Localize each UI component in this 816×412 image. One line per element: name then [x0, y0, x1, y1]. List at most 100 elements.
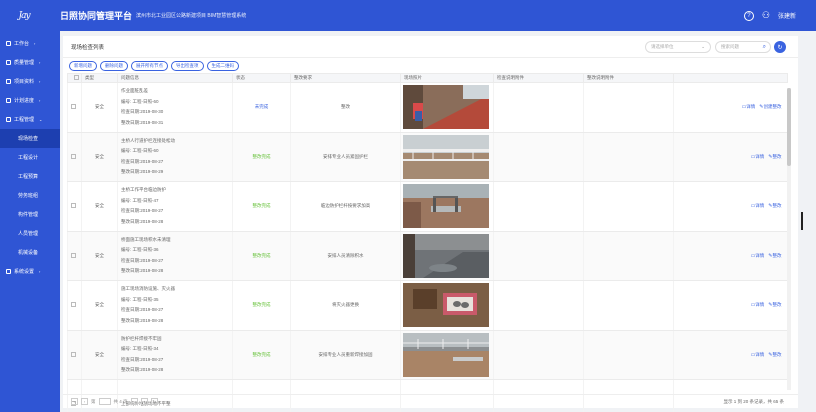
- type-cell: 安全: [81, 330, 118, 380]
- site-photo[interactable]: [402, 134, 494, 179]
- toolbar-button[interactable]: 展开所有节点: [131, 61, 168, 71]
- detail-link[interactable]: ▭详情: [751, 352, 765, 358]
- row-select-cell[interactable]: [67, 181, 82, 232]
- sidebar-item[interactable]: 计划进度 ›: [0, 91, 60, 110]
- table-row[interactable]: 安全 作业面脏乱差 编号: 工程-日照-60 检查日期:2019-08-30 整改日期:…: [67, 82, 788, 133]
- action-link[interactable]: ✎整改: [768, 302, 781, 308]
- sidebar-item[interactable]: 工程设计: [0, 148, 60, 167]
- sidebar-item[interactable]: 人员管理: [0, 224, 60, 243]
- refresh-icon[interactable]: ↻: [774, 41, 786, 53]
- row-select-cell[interactable]: [67, 231, 82, 281]
- next-page-button[interactable]: ›: [130, 398, 138, 405]
- sidebar-item[interactable]: 项目资料 ›: [0, 72, 60, 91]
- table-row[interactable]: 安全 防护栏杆焊接不牢固 编号: 工程-日照-34 检查日期:2019-08-27 整改…: [67, 330, 788, 380]
- row-select-cell[interactable]: [67, 330, 82, 380]
- last-page-button[interactable]: »: [140, 398, 148, 405]
- unit-select-placeholder: 请选择单位: [651, 44, 674, 49]
- action-link[interactable]: ✎整改: [768, 352, 781, 358]
- table-row[interactable]: 安全 主桥工作平台临边防护 编号: 工程-日照-47 检查日期:2019-08-27 整…: [67, 181, 788, 232]
- action-link[interactable]: ✎整改: [768, 154, 781, 160]
- table-row[interactable]: 安全 桥面施工现场积水未清理 编号: 工程-日照-36 检查日期:2019-08-27…: [67, 231, 788, 281]
- toolbar-button[interactable]: 删除问题: [100, 61, 128, 71]
- row-checkbox[interactable]: [71, 302, 76, 308]
- site-photo[interactable]: [402, 233, 494, 278]
- search-input[interactable]: 搜索问题 ⌕: [715, 41, 771, 53]
- requirement-cell: 安排专业人员紧固护栏: [290, 132, 401, 182]
- toolbar-button[interactable]: 生成二维码: [206, 61, 239, 71]
- site-photo[interactable]: [402, 184, 494, 229]
- column-header[interactable]: [67, 73, 82, 83]
- table-scrollbar[interactable]: [787, 88, 791, 390]
- sidebar-item[interactable]: 质量管理 ›: [0, 53, 60, 72]
- actions-cell: ▭详情 ✎整改: [673, 132, 788, 182]
- row-checkbox[interactable]: [71, 153, 76, 159]
- sidebar-item[interactable]: 机械设备: [0, 243, 60, 262]
- action-link[interactable]: ✎整改: [768, 203, 781, 209]
- sidebar-item[interactable]: 现场检查: [0, 129, 60, 148]
- fix-attachment-cell: [583, 132, 674, 182]
- sidebar-item-label: 现场检查: [18, 136, 39, 142]
- column-header: [673, 73, 788, 83]
- row-checkbox[interactable]: [71, 252, 76, 258]
- table-row[interactable]: 安全 施工现场消防设施、灭火器 编号: 工程-日照-35 检查日期:2019-08-2…: [67, 280, 788, 331]
- table-row[interactable]: 安全 主桥人行道护栏连接处松动 编号: 工程-日照-60 检查日期:2019-08-2…: [67, 132, 788, 182]
- scrollbar-thumb[interactable]: [787, 88, 791, 166]
- pager-refresh-icon[interactable]: ↻: [150, 398, 158, 405]
- user-name[interactable]: 张建新: [778, 11, 796, 20]
- toolbar-button[interactable]: 新增问题: [69, 61, 97, 71]
- detail-link[interactable]: ▭详情: [751, 203, 765, 209]
- menu-icon: [6, 79, 11, 84]
- row-select-cell[interactable]: [67, 82, 82, 133]
- info-cell: 防护栏杆焊接不牢固 编号: 工程-日照-34 检查日期:2019-08-27 整改日期…: [117, 330, 233, 380]
- column-header: 整改说明附件: [583, 73, 674, 83]
- row-checkbox[interactable]: [71, 104, 76, 110]
- fix-attachment-cell: [583, 330, 674, 380]
- info-line: 检查日期:2019-08-27: [121, 257, 164, 263]
- sidebar-item-label: 构件管理: [18, 212, 39, 218]
- sidebar-item[interactable]: 构件管理: [0, 205, 60, 224]
- check-attachment-cell: [493, 181, 584, 232]
- sidebar-item[interactable]: 工程预算: [0, 167, 60, 186]
- search-icon[interactable]: ⌕: [763, 44, 766, 51]
- detail-link[interactable]: ▭详情: [742, 104, 756, 110]
- toolbar-button[interactable]: 导出检查项: [171, 61, 204, 71]
- page-title: 现场检查列表: [71, 44, 105, 51]
- sidebar-item[interactable]: 工作台 ›: [0, 34, 60, 53]
- app-logo[interactable]: Jay: [0, 0, 48, 31]
- unit-select[interactable]: 请选择单位 ⌄: [645, 41, 711, 53]
- select-all-checkbox[interactable]: [74, 75, 79, 80]
- row-checkbox[interactable]: [71, 203, 76, 209]
- user-icon[interactable]: ⚇: [762, 11, 770, 20]
- row-select-cell[interactable]: [67, 280, 82, 331]
- column-header: 检查说明附件: [493, 73, 584, 83]
- prev-page-button[interactable]: ‹: [81, 398, 88, 405]
- action-link[interactable]: ✎创建整改: [759, 104, 781, 110]
- action-label: 详情: [755, 203, 765, 209]
- info-line: 检查日期:2019-08-27: [121, 307, 164, 313]
- search-placeholder: 搜索问题: [721, 44, 739, 49]
- column-header: 现场照片: [400, 73, 494, 83]
- actions-cell: ▭详情 ✎整改: [673, 330, 788, 380]
- help-circle-icon[interactable]: ?: [743, 10, 754, 21]
- row-checkbox[interactable]: [71, 351, 76, 357]
- site-photo[interactable]: [402, 85, 494, 130]
- sidebar-item[interactable]: 系统设置 ›: [0, 262, 60, 281]
- action-label: 整改: [772, 252, 782, 258]
- sidebar-item[interactable]: 工程管理 ⌄: [0, 110, 60, 129]
- site-photo[interactable]: [402, 283, 494, 328]
- action-link[interactable]: ✎整改: [768, 252, 782, 259]
- detail-link[interactable]: ▭详情: [751, 302, 765, 308]
- sidebar-item[interactable]: 劳务班组: [0, 186, 60, 205]
- site-photo[interactable]: [402, 332, 494, 377]
- first-page-button[interactable]: «: [71, 398, 78, 405]
- sidebar-item-label: 工作台: [14, 41, 30, 47]
- detail-link[interactable]: ▭详情: [751, 154, 765, 160]
- detail-link[interactable]: ▭详情: [751, 253, 765, 259]
- sidebar-item-label: 工程预算: [18, 174, 39, 180]
- info-cell: 作业面脏乱差 编号: 工程-日照-60 检查日期:2019-08-30 整改日期:20…: [117, 82, 233, 133]
- status-badge: 整改完成: [232, 280, 291, 331]
- photo-cell: [400, 132, 494, 182]
- menu-icon: [6, 269, 11, 274]
- page-number-input[interactable]: [98, 398, 111, 405]
- row-select-cell[interactable]: [67, 132, 82, 182]
